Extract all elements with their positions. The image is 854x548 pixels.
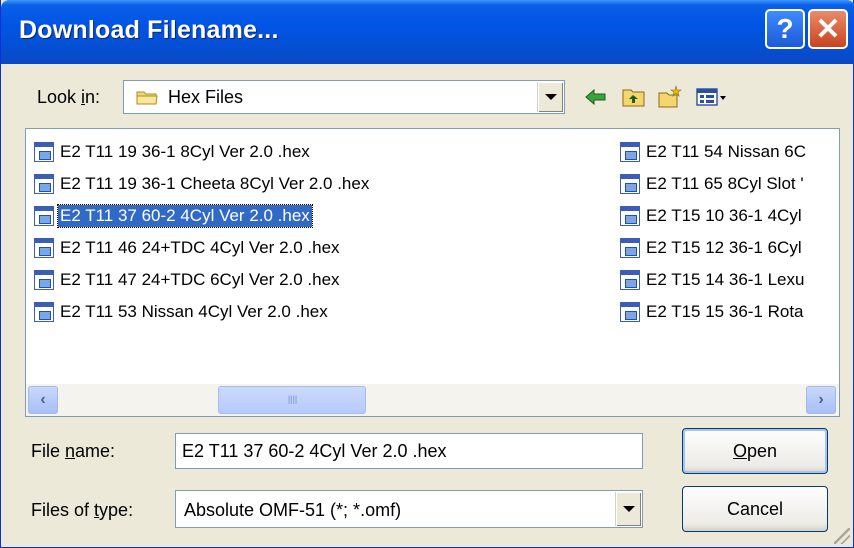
chevron-down-icon — [544, 94, 557, 100]
file-type-combo[interactable]: Absolute OMF-51 (*; *.omf) — [175, 490, 643, 528]
file-item[interactable]: E2 T11 19 36-1 8Cyl Ver 2.0 .hex — [34, 139, 312, 165]
file-item[interactable]: E2 T11 53 Nissan 4Cyl Ver 2.0 .hex — [34, 299, 330, 325]
download-filename-dialog: Download Filename... ? ✕ Look in: Hex Fi… — [0, 0, 854, 548]
back-arrow-icon[interactable] — [583, 84, 609, 110]
file-item-label: E2 T11 37 60-2 4Cyl Ver 2.0 .hex — [57, 204, 313, 228]
scroll-thumb[interactable]: IIII — [218, 386, 366, 414]
hex-file-icon — [620, 270, 640, 290]
chevron-right-icon: › — [818, 391, 824, 408]
file-type-dropdown-button[interactable] — [615, 492, 641, 526]
horizontal-scrollbar[interactable]: ‹ IIII › — [26, 384, 839, 416]
file-item-label: E2 T15 10 36-1 4Cyl — [646, 206, 802, 225]
title-bar[interactable]: Download Filename... ? ✕ — [1, 0, 854, 64]
file-item[interactable]: E2 T15 12 36-1 6Cyl — [620, 235, 804, 261]
file-item[interactable]: E2 T15 10 36-1 4Cyl — [620, 203, 804, 229]
file-item-label: E2 T11 19 36-1 Cheeta 8Cyl Ver 2.0 .hex — [60, 174, 370, 193]
scroll-right-button[interactable]: › — [806, 386, 836, 414]
grip-icon: IIII — [287, 393, 297, 407]
open-button[interactable]: Open — [682, 428, 828, 474]
hex-file-icon — [620, 142, 640, 162]
help-button[interactable]: ? — [765, 9, 805, 49]
file-name-input[interactable]: E2 T11 37 60-2 4Cyl Ver 2.0 .hex — [175, 433, 643, 469]
file-item[interactable]: E2 T11 19 36-1 Cheeta 8Cyl Ver 2.0 .hex — [34, 171, 371, 197]
hex-file-icon — [620, 174, 640, 194]
file-item-label: E2 T11 46 24+TDC 4Cyl Ver 2.0 .hex — [60, 238, 340, 257]
file-item-label: E2 T11 53 Nissan 4Cyl Ver 2.0 .hex — [60, 302, 328, 321]
hex-file-icon — [620, 238, 640, 258]
close-button[interactable]: ✕ — [808, 9, 848, 49]
hex-file-icon — [34, 302, 54, 322]
help-icon: ? — [776, 13, 794, 44]
hex-file-icon — [34, 270, 54, 290]
file-item[interactable]: E2 T11 37 60-2 4Cyl Ver 2.0 .hex — [34, 203, 313, 229]
close-icon: ✕ — [815, 12, 841, 46]
file-item[interactable]: E2 T11 47 24+TDC 6Cyl Ver 2.0 .hex — [34, 267, 342, 293]
file-type-value: Absolute OMF-51 (*; *.omf) — [184, 500, 402, 520]
dialog-title: Download Filename... — [19, 16, 279, 44]
hex-file-icon — [620, 302, 640, 322]
chevron-left-icon: ‹ — [40, 391, 46, 408]
hex-file-icon — [34, 238, 54, 258]
file-item-label: E2 T11 65 8Cyl Slot ' — [646, 174, 804, 193]
hex-file-icon — [620, 206, 640, 226]
file-item[interactable]: E2 T11 54 Nissan 6C — [620, 139, 808, 165]
look-in-combo[interactable]: Hex Files — [123, 80, 565, 114]
file-item-label: E2 T15 15 36-1 Rota — [646, 302, 804, 321]
file-list[interactable]: E2 T11 19 36-1 8Cyl Ver 2.0 .hex E2 T11 1… — [25, 128, 840, 417]
look-in-value: Hex Files — [168, 87, 244, 107]
scroll-left-button[interactable]: ‹ — [28, 386, 58, 414]
file-item[interactable]: E2 T15 15 36-1 Rota — [620, 299, 806, 325]
folder-icon — [136, 91, 158, 105]
look-in-label: Look in: — [37, 87, 101, 107]
file-item[interactable]: E2 T15 14 36-1 Lexu — [620, 267, 806, 293]
file-item-label: E2 T11 54 Nissan 6C — [646, 142, 807, 161]
up-folder-icon[interactable] — [621, 84, 647, 110]
file-type-label: Files of type: — [31, 500, 134, 520]
view-menu-icon[interactable] — [695, 84, 729, 110]
file-item[interactable]: E2 T11 46 24+TDC 4Cyl Ver 2.0 .hex — [34, 235, 342, 261]
hex-file-icon — [34, 142, 54, 162]
look-in-dropdown-button[interactable] — [537, 82, 563, 112]
file-item-label: E2 T15 14 36-1 Lexu — [646, 270, 805, 289]
file-item-label: E2 T11 47 24+TDC 6Cyl Ver 2.0 .hex — [60, 270, 340, 289]
file-item[interactable]: E2 T11 65 8Cyl Slot ' — [620, 171, 806, 197]
chevron-down-icon — [622, 506, 635, 512]
hex-file-icon — [34, 174, 54, 194]
cancel-button[interactable]: Cancel — [682, 486, 828, 532]
file-item-label: E2 T11 19 36-1 8Cyl Ver 2.0 .hex — [60, 142, 310, 161]
file-item-label: E2 T15 12 36-1 6Cyl — [646, 238, 802, 257]
file-name-label: File name: — [31, 441, 116, 461]
resize-grip-icon[interactable] — [834, 528, 850, 544]
new-folder-icon[interactable] — [657, 84, 683, 110]
hex-file-icon — [34, 206, 54, 226]
